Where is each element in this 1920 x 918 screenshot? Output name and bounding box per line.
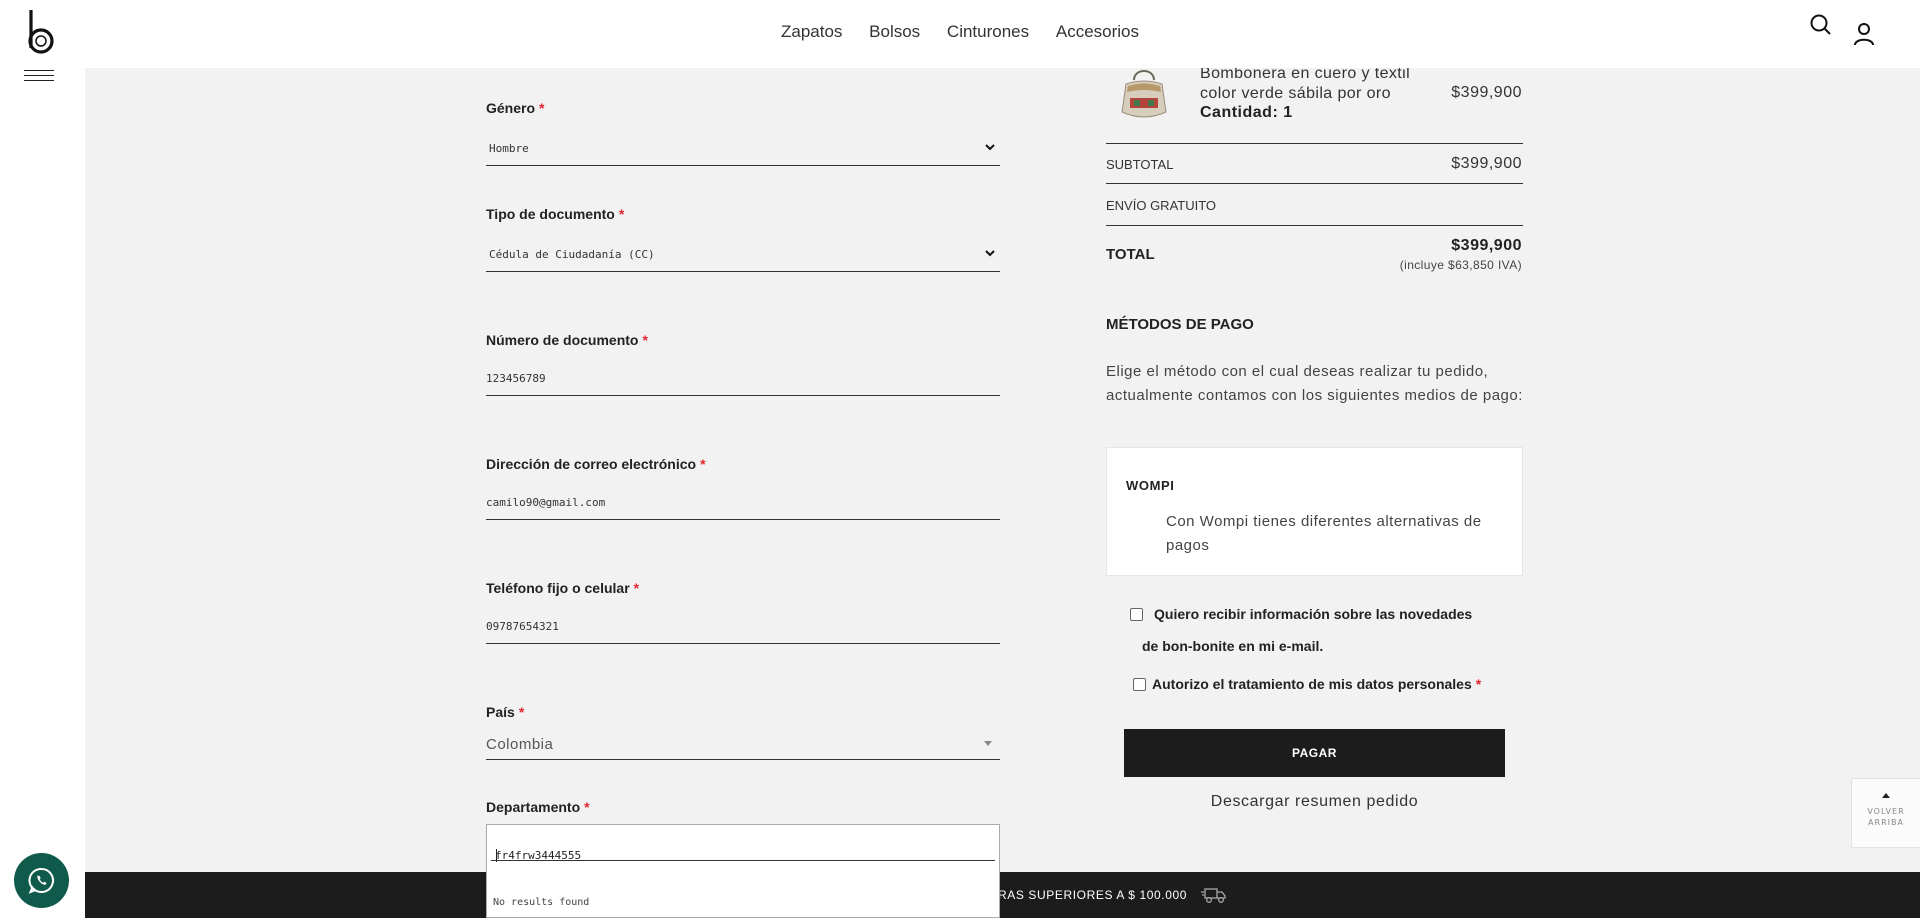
tipo-documento-select[interactable]: Cédula de Ciudadanía (CC)	[486, 238, 1000, 272]
download-summary-link[interactable]: Descargar resumen pedido	[1124, 793, 1505, 811]
email-field[interactable]: camilo90@gmail.com	[486, 486, 1000, 520]
tipo-documento-value: Cédula de Ciudadanía (CC)	[489, 248, 655, 261]
genero-label: Género *	[486, 100, 545, 116]
chevron-down-icon	[985, 144, 995, 151]
tipo-documento-label: Tipo de documento *	[486, 206, 625, 222]
pay-button[interactable]: PAGAR	[1124, 729, 1505, 777]
total-label: TOTAL	[1106, 246, 1155, 263]
genero-select[interactable]: Hombre	[486, 132, 1000, 166]
departamento-dropdown[interactable]: fr4frw3444555 No results found	[486, 824, 1000, 918]
no-results-message: No results found	[493, 897, 590, 908]
left-rail	[0, 68, 85, 918]
shipping-label: ENVÍO GRATUITO	[1106, 198, 1217, 213]
nav-item-bolsos[interactable]: Bolsos	[869, 22, 920, 42]
nav-item-cinturones[interactable]: Cinturones	[947, 22, 1029, 42]
payment-method-wompi[interactable]: WOMPI Con Wompi tienes diferentes altern…	[1106, 447, 1523, 576]
whatsapp-button[interactable]	[14, 853, 69, 908]
back-to-top-line1: VOLVER	[1867, 807, 1905, 816]
back-to-top-line2: ARRIBA	[1868, 818, 1904, 827]
product-thumbnail[interactable]	[1118, 66, 1170, 122]
shipping-banner-text: RAS SUPERIORES A $ 100.000	[998, 888, 1188, 902]
divider	[1106, 183, 1523, 184]
pais-select[interactable]: Colombia	[486, 732, 1000, 760]
wompi-description: Con Wompi tienes diferentes alternativas…	[1166, 513, 1482, 554]
payment-methods-title: MÉTODOS DE PAGO	[1106, 316, 1254, 333]
subtotal-value: $399,900	[1451, 155, 1522, 172]
numero-documento-input[interactable]: 123456789	[486, 362, 1000, 396]
divider	[1106, 225, 1523, 226]
nav-item-zapatos[interactable]: Zapatos	[781, 22, 842, 42]
truck-icon	[1201, 888, 1226, 903]
departamento-label: Departamento *	[486, 799, 590, 815]
main-nav: Zapatos Bolsos Cinturones Accesorios	[0, 22, 1920, 42]
privacy-label[interactable]: Autorizo el tratamiento de mis datos per…	[1152, 668, 1481, 700]
site-header: Zapatos Bolsos Cinturones Accesorios	[0, 0, 1920, 68]
divider	[1106, 143, 1523, 144]
user-icon[interactable]	[1852, 21, 1876, 47]
search-icon[interactable]	[1809, 13, 1833, 37]
total-tax-note: (incluye $63,850 IVA)	[1399, 258, 1522, 272]
email-value: camilo90@gmail.com	[486, 496, 606, 509]
telefono-input[interactable]: 09787654321	[486, 610, 1000, 644]
pais-label: País *	[486, 704, 525, 720]
subtotal-label: SUBTOTAL	[1106, 157, 1174, 172]
nav-item-accesorios[interactable]: Accesorios	[1056, 22, 1139, 42]
whatsapp-icon	[28, 867, 54, 894]
back-to-top-button[interactable]: VOLVER ARRIBA	[1851, 778, 1920, 848]
departamento-search-input[interactable]: fr4frw3444555	[491, 833, 995, 862]
newsletter-label[interactable]: Quiero recibir información sobre las nov…	[1142, 598, 1482, 662]
chevron-down-icon	[985, 250, 995, 257]
payment-description: Elige el método con el cual deseas reali…	[1106, 363, 1523, 404]
product-quantity: Cantidad: 1	[1200, 104, 1293, 121]
telefono-label: Teléfono fijo o celular *	[486, 580, 640, 596]
total-value: $399,900	[1451, 237, 1522, 254]
wompi-name: WOMPI	[1126, 478, 1175, 493]
numero-documento-value: 123456789	[486, 372, 546, 385]
privacy-checkbox[interactable]	[1133, 678, 1146, 691]
dropdown-arrow-icon	[984, 741, 992, 746]
hamburger-menu-icon[interactable]	[24, 70, 54, 84]
numero-documento-label: Número de documento *	[486, 332, 648, 348]
arrow-up-icon	[1882, 793, 1890, 798]
product-price: $399,900	[1451, 84, 1522, 101]
telefono-value: 09787654321	[486, 620, 559, 633]
product-name: Bombonera en cuero y textil color verde …	[1200, 65, 1411, 102]
genero-value: Hombre	[489, 142, 529, 155]
email-label: Dirección de correo electrónico *	[486, 456, 706, 472]
pais-value: Colombia	[486, 736, 554, 753]
shipping-banner: RAS SUPERIORES A $ 100.000	[85, 872, 1920, 918]
